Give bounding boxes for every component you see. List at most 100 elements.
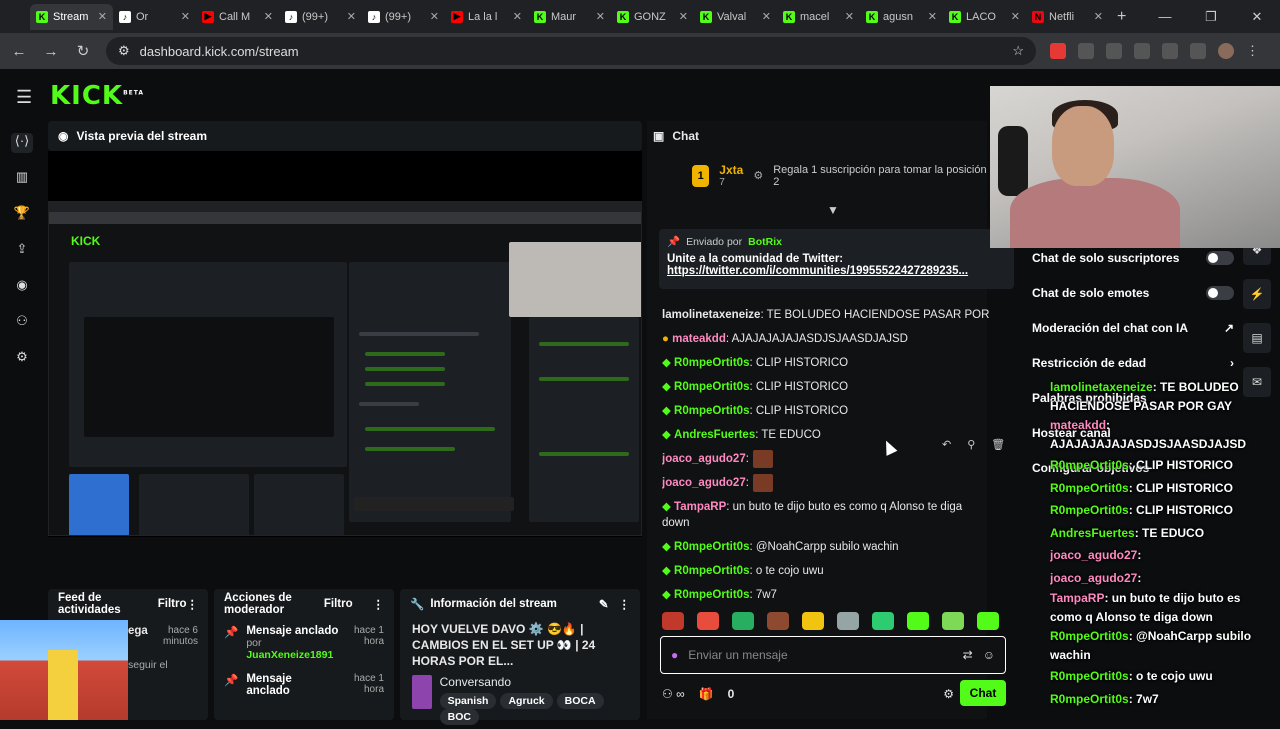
lightning-icon[interactable]: ⚡ bbox=[1243, 279, 1271, 309]
emote-icon[interactable] bbox=[662, 612, 684, 630]
external-link-icon[interactable]: ↗ bbox=[1224, 321, 1234, 335]
setting-row[interactable]: Restricción de edad › bbox=[1024, 345, 1234, 380]
tab-close-icon[interactable]: ✕ bbox=[98, 10, 107, 23]
mod-filter[interactable]: Filtro bbox=[324, 598, 353, 610]
chat-settings-icon[interactable]: ⚙ bbox=[943, 687, 954, 701]
chat-message[interactable]: joaco_agudo27: bbox=[662, 471, 992, 495]
stream-tag[interactable]: BOCA bbox=[556, 693, 604, 709]
restore-icon[interactable]: ❐ bbox=[1188, 0, 1234, 33]
chat-username[interactable]: R0mpeOrtit0s bbox=[674, 381, 749, 393]
message-input[interactable]: ● Enviar un mensaje ⇄ ☺ bbox=[660, 636, 1006, 674]
edit-icon[interactable]: ✎ bbox=[599, 597, 609, 611]
pin-message-icon[interactable]: ⚲ bbox=[967, 438, 975, 451]
user-points-icon[interactable]: ⚇ ∞ bbox=[662, 687, 685, 701]
chat-username[interactable]: AndresFuertes bbox=[674, 429, 755, 441]
emote-icon[interactable] bbox=[697, 612, 719, 630]
tab-close-icon[interactable]: ✕ bbox=[181, 10, 190, 23]
emote-icon[interactable] bbox=[802, 612, 824, 630]
chat-username[interactable]: R0mpeOrtit0s bbox=[674, 541, 749, 553]
camera-nav-icon[interactable]: ◉ bbox=[11, 277, 33, 297]
tab-close-icon[interactable]: ✕ bbox=[762, 10, 771, 23]
document-icon[interactable]: ▤ bbox=[1243, 323, 1271, 353]
emote-icon[interactable] bbox=[977, 612, 999, 630]
activity-filter[interactable]: Filtro bbox=[158, 598, 187, 610]
toggle-switch[interactable] bbox=[1206, 250, 1234, 265]
send-chat-button[interactable]: Chat bbox=[960, 680, 1006, 706]
media-icon[interactable] bbox=[1190, 43, 1206, 59]
url-field[interactable]: ⚙ dashboard.kick.com/stream ☆ bbox=[106, 37, 1036, 65]
browser-tab[interactable]: Kmacel ✕ bbox=[777, 4, 860, 30]
adblock-icon[interactable] bbox=[1050, 43, 1066, 59]
tab-close-icon[interactable]: ✕ bbox=[845, 10, 854, 23]
trophy-nav-icon[interactable]: 🏆 bbox=[11, 205, 33, 225]
browser-tab[interactable]: K Maur ✕ bbox=[528, 4, 611, 30]
puzzle-icon[interactable] bbox=[1162, 43, 1178, 59]
kebab-icon[interactable]: ⋮ bbox=[373, 597, 385, 611]
tab-close-icon[interactable]: ✕ bbox=[513, 10, 522, 23]
pinned-link[interactable]: https://twitter.com/i/communities/199555… bbox=[667, 265, 1006, 277]
chat-message[interactable]: ◆ TampaRP: un buto te dijo buto es como … bbox=[662, 495, 992, 535]
chat-message[interactable]: ◆ R0mpeOrtit0s: @NoahCarpp subilo wachin bbox=[662, 535, 992, 559]
stream-tag[interactable]: Spanish bbox=[439, 693, 497, 709]
chat-message[interactable]: ◆ R0mpeOrtit0s: 7w7 bbox=[662, 583, 992, 607]
kick-logo[interactable]: KICKBETA bbox=[50, 81, 144, 111]
extension-icon[interactable] bbox=[1134, 43, 1150, 59]
minimize-icon[interactable]: — bbox=[1142, 0, 1188, 33]
emote-icon[interactable] bbox=[872, 612, 894, 630]
chat-username[interactable]: joaco_agudo27 bbox=[662, 477, 746, 489]
browser-tab[interactable]: K LACO ✕ bbox=[943, 4, 1026, 30]
setting-row[interactable]: Chat de solo emotes bbox=[1024, 275, 1234, 310]
browser-tab[interactable]: ▶ Call M ✕ bbox=[196, 4, 279, 30]
site-info-icon[interactable]: ⚙ bbox=[118, 43, 130, 59]
chat-username[interactable]: R0mpeOrtit0s bbox=[674, 357, 749, 369]
mod-action-item[interactable]: 📌 Mensaje anclado hace 1 hora bbox=[214, 667, 394, 703]
forward-icon[interactable]: → bbox=[42, 43, 60, 60]
bookmark-star-icon[interactable]: ☆ bbox=[1012, 43, 1024, 59]
upload-nav-icon[interactable]: ⇪ bbox=[11, 241, 33, 261]
extension-icon[interactable] bbox=[1078, 43, 1094, 59]
emote-icon[interactable] bbox=[907, 612, 929, 630]
tab-close-icon[interactable]: ✕ bbox=[1094, 10, 1103, 23]
tab-close-icon[interactable]: ✕ bbox=[1011, 10, 1020, 23]
stream-tag[interactable]: BOC bbox=[439, 709, 479, 725]
chat-username[interactable]: TampaRP bbox=[674, 501, 726, 513]
menu-kebab-icon[interactable]: ⋮ bbox=[1246, 43, 1262, 59]
setting-row[interactable]: Moderación del chat con IA ↗ bbox=[1024, 310, 1234, 345]
hamburger-menu-icon[interactable]: ☰ bbox=[16, 87, 32, 108]
gift-leaderboard[interactable]: 1 Jxta 7 ⚙ Regala 1 suscripción para tom… bbox=[692, 163, 987, 188]
chat-message[interactable]: ● mateakdd: AJAJAJAJAJASDJSJAASDJAJSD bbox=[662, 327, 992, 351]
emoji-icon[interactable]: ☺ bbox=[983, 648, 995, 662]
tab-close-icon[interactable]: ✕ bbox=[596, 10, 605, 23]
toggle-switch[interactable] bbox=[1206, 285, 1234, 300]
emote-icon[interactable] bbox=[732, 612, 754, 630]
chat-message[interactable]: lamolinetaxeneize: TE BOLUDEO HACIENDOSE… bbox=[662, 303, 992, 327]
translate-icon[interactable]: ⇄ bbox=[963, 648, 973, 662]
chat-username[interactable]: R0mpeOrtit0s bbox=[674, 565, 749, 577]
chat-username[interactable]: R0mpeOrtit0s bbox=[674, 405, 749, 417]
browser-tab[interactable]: K Valval ✕ bbox=[694, 4, 777, 30]
new-tab-icon[interactable]: + bbox=[1117, 8, 1126, 26]
browser-tab[interactable]: K Stream ✕ bbox=[30, 3, 113, 30]
tab-close-icon[interactable]: ✕ bbox=[430, 10, 439, 23]
chat-username[interactable]: lamolinetaxeneize bbox=[662, 309, 760, 321]
emote-icon[interactable] bbox=[942, 612, 964, 630]
pinned-message[interactable]: 📌 Enviado por BotRix ⚲ Unite a la comuni… bbox=[659, 229, 1014, 289]
mic-icon[interactable]: ● bbox=[671, 648, 678, 662]
browser-tab[interactable]: N Netfli ✕ bbox=[1026, 4, 1109, 30]
analytics-nav-icon[interactable]: ▥ bbox=[11, 169, 33, 189]
stream-tag[interactable]: Agruck bbox=[500, 693, 553, 709]
reload-icon[interactable]: ↻ bbox=[74, 42, 92, 60]
reply-icon[interactable]: ↶ bbox=[942, 438, 951, 451]
tab-close-icon[interactable]: ✕ bbox=[264, 10, 273, 23]
browser-tab[interactable]: ♪ (99+) ✕ bbox=[279, 4, 362, 30]
chat-username[interactable]: mateakdd bbox=[672, 333, 726, 345]
chat-message[interactable]: ◆ R0mpeOrtit0s: CLIP HISTORICO bbox=[662, 399, 992, 423]
mod-action-item[interactable]: 📌 Mensaje anclado por JuanXeneize1891 hace … bbox=[214, 619, 394, 667]
tab-close-icon[interactable]: ✕ bbox=[347, 10, 356, 23]
browser-tab[interactable]: ♪ (99+) ✕ bbox=[362, 4, 445, 30]
users-nav-icon[interactable]: ⚇ bbox=[11, 313, 33, 333]
chat-message[interactable]: ◆ R0mpeOrtit0s: CLIP HISTORICO bbox=[662, 351, 992, 375]
tab-close-icon[interactable]: ✕ bbox=[679, 10, 688, 23]
chat-username[interactable]: R0mpeOrtit0s bbox=[674, 589, 749, 601]
close-window-icon[interactable]: ✕ bbox=[1234, 0, 1280, 33]
